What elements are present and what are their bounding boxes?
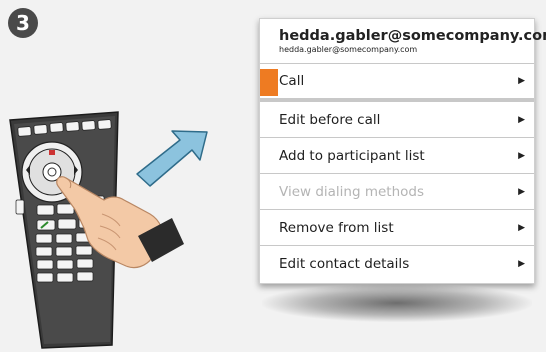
- chevron-right-icon: ▶: [518, 150, 525, 161]
- menu-item-edit-before-call[interactable]: Edit before call ▶: [260, 101, 534, 137]
- contact-address: hedda.gabler@somecompany.com: [279, 45, 418, 54]
- menu-item-call[interactable]: Call ▶: [260, 63, 534, 101]
- chevron-right-icon: ▶: [518, 222, 525, 233]
- menu-item-label: Call: [279, 73, 305, 89]
- chevron-right-icon: ▶: [518, 114, 525, 125]
- menu-item-label: Remove from list: [279, 219, 394, 236]
- menu-item-edit-contact-details[interactable]: Edit contact details ▶: [260, 245, 534, 281]
- chevron-right-icon: ▶: [518, 186, 525, 197]
- chevron-right-icon: ▶: [518, 258, 525, 269]
- menu-item-label: View dialing methods: [279, 183, 425, 200]
- contact-context-menu: hedda.gabler@somecompany.com hedda.gable…: [259, 18, 546, 284]
- menu-item-add-to-participant-list[interactable]: Add to participant list ▶: [260, 137, 534, 173]
- menu-item-remove-from-list[interactable]: Remove from list ▶: [260, 209, 534, 245]
- menu-item-label: Edit before call: [279, 111, 381, 128]
- menu-item-label: Edit contact details: [279, 255, 410, 272]
- chevron-right-icon: ▶: [518, 76, 525, 86]
- menu-shadow: [262, 284, 532, 322]
- contact-name: hedda.gabler@somecompany.com: [279, 28, 546, 44]
- menu-header: hedda.gabler@somecompany.com hedda.gable…: [260, 19, 546, 63]
- menu-item-view-dialing-methods[interactable]: View dialing methods ▶: [260, 173, 534, 209]
- direction-arrow-icon: [136, 130, 208, 187]
- menu-item-label: Add to participant list: [279, 147, 425, 164]
